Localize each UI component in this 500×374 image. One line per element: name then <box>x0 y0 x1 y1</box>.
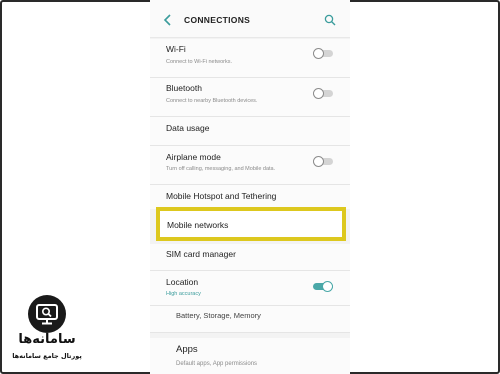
list-item-label: Battery, Storage, Memory <box>176 311 261 320</box>
list-item-subtitle: Turn off calling, messaging, and Mobile … <box>166 166 276 172</box>
location-toggle[interactable] <box>313 281 333 292</box>
list-item-label: Apps <box>176 344 198 355</box>
list-item-label: SIM card manager <box>166 249 236 259</box>
page-title: CONNECTIONS <box>184 15 251 25</box>
list-item-label: Airplane mode <box>166 152 221 162</box>
list-item-mobile-networks[interactable]: Mobile networks <box>156 207 346 241</box>
list-item-sim-card-manager[interactable]: SIM card manager <box>150 244 350 270</box>
divider <box>150 332 350 333</box>
list-item-label: Mobile networks <box>167 220 229 230</box>
watermark-name: سامانه‌ها <box>18 332 76 347</box>
list-item-bluetooth[interactable]: Bluetooth Connect to nearby Bluetooth de… <box>150 78 350 116</box>
airplane-mode-toggle[interactable] <box>313 156 333 167</box>
list-item-wifi[interactable]: Wi-Fi Connect to Wi-Fi networks. <box>150 39 350 77</box>
list-item-subtitle: Default apps, App permissions <box>176 361 258 367</box>
wifi-toggle[interactable] <box>313 48 333 59</box>
list-item-subtitle: Connect to nearby Bluetooth devices. <box>166 98 258 104</box>
list-item-label: Mobile Hotspot and Tethering <box>166 191 277 201</box>
list-item-label: Location <box>166 277 199 287</box>
settings-screen: CONNECTIONS Wi-Fi Connect to Wi-Fi netwo… <box>150 0 350 374</box>
bluetooth-toggle[interactable] <box>313 88 333 99</box>
app-header: CONNECTIONS <box>150 0 350 38</box>
search-icon[interactable] <box>324 14 336 26</box>
monitor-search-icon <box>28 295 66 333</box>
list-item-subtitle: High accuracy <box>166 291 201 297</box>
list-item-mobile-hotspot[interactable]: Mobile Hotspot and Tethering <box>150 185 350 209</box>
list-item-label: Wi-Fi <box>166 44 186 54</box>
watermark-tagline: پورتال جامع سامانه‌ها <box>12 352 82 360</box>
watermark-logo: سامانه‌ها پورتال جامع سامانه‌ها <box>8 295 86 367</box>
list-item-apps[interactable]: Apps Default apps, App permissions <box>150 338 350 374</box>
list-item-label: Bluetooth <box>166 83 202 93</box>
list-item-label: Data usage <box>166 123 210 133</box>
list-item-device-maintenance[interactable]: Battery, Storage, Memory <box>150 306 350 332</box>
chevron-left-icon[interactable] <box>163 13 173 27</box>
list-item-location[interactable]: Location High accuracy <box>150 271 350 305</box>
list-item-data-usage[interactable]: Data usage <box>150 117 350 145</box>
list-item-subtitle: Connect to Wi-Fi networks. <box>166 59 233 65</box>
list-item-airplane-mode[interactable]: Airplane mode Turn off calling, messagin… <box>150 146 350 184</box>
